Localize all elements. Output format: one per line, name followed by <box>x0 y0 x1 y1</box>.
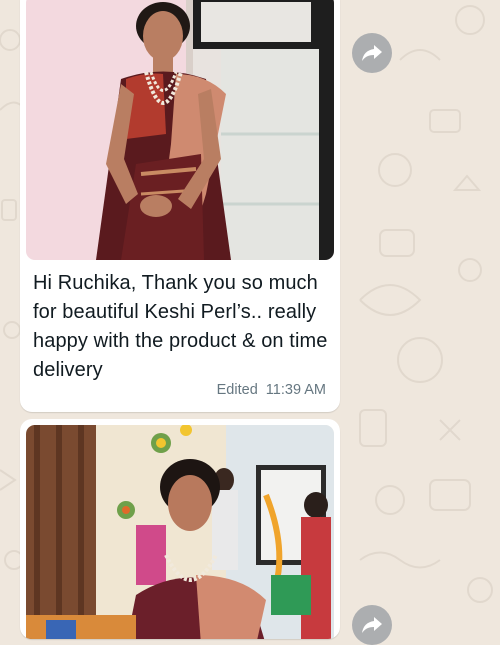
message-time: 11:39 AM <box>265 382 326 398</box>
message-bubble[interactable]: Hi Ruchika, Thank you so much for beauti… <box>20 0 340 412</box>
message-caption: Hi Ruchika, Thank you so much for beauti… <box>33 272 328 381</box>
message-photo[interactable] <box>26 0 334 260</box>
message-photo[interactable] <box>26 425 334 639</box>
forward-button[interactable] <box>352 33 392 73</box>
forward-arrow-icon <box>362 45 382 61</box>
edited-label: Edited <box>216 382 258 398</box>
photo-woman-at-event <box>26 425 334 639</box>
message-meta: Edited 11:39 AM <box>217 382 326 398</box>
forward-button[interactable] <box>352 605 392 645</box>
photo-woman-in-saree <box>26 0 334 260</box>
message-bubble[interactable] <box>20 419 340 639</box>
forward-arrow-icon <box>362 617 382 633</box>
